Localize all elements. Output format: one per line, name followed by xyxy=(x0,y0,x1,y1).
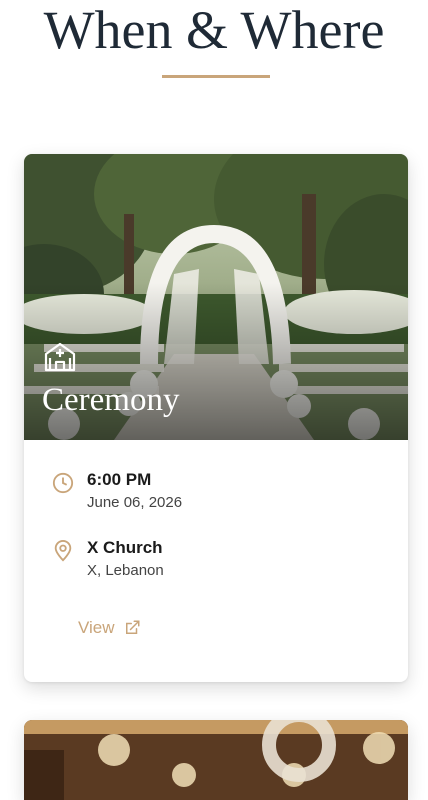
clock-icon xyxy=(52,472,74,494)
view-location-link[interactable]: View xyxy=(78,618,141,638)
venue-name: X Church xyxy=(87,538,163,557)
event-date: June 06, 2026 xyxy=(87,494,183,511)
reception-card xyxy=(24,720,408,800)
map-pin-icon xyxy=(54,540,72,562)
section-title: When & Where xyxy=(43,0,385,60)
external-link-icon xyxy=(125,620,140,634)
event-title: Ceremony xyxy=(42,382,180,418)
event-time: 6:00 PM xyxy=(87,470,152,489)
reception-photo xyxy=(24,720,408,800)
view-link-label: View xyxy=(78,618,115,637)
ceremony-card: Ceremony 6:00 PM June 06, 2026 X Church … xyxy=(24,154,408,682)
ceremony-photo: Ceremony xyxy=(24,154,408,440)
venue-location: X, Lebanon xyxy=(87,562,164,579)
title-divider xyxy=(162,75,270,78)
church-icon xyxy=(44,342,76,372)
